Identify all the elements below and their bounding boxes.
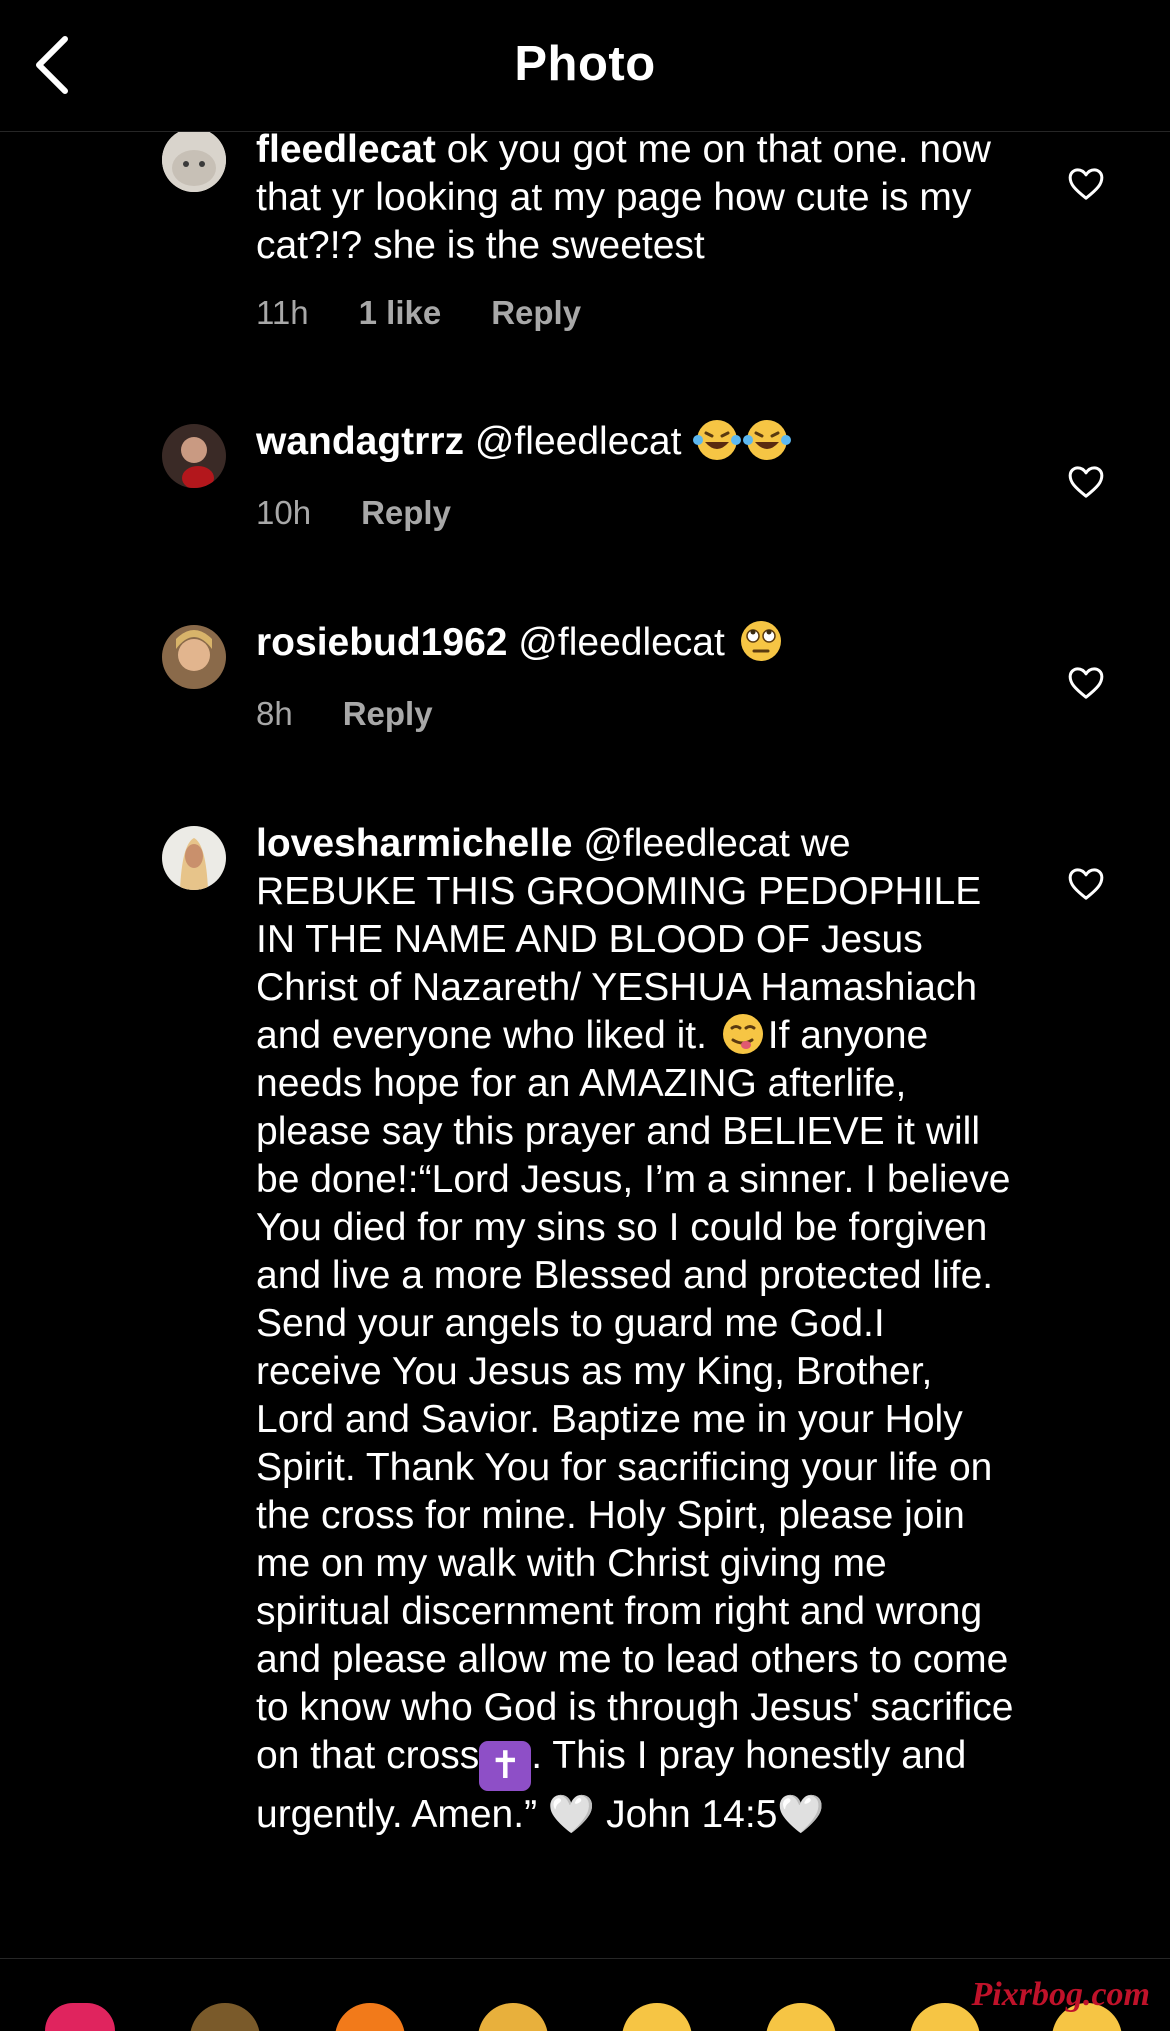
- comment-meta: 8h Reply: [256, 695, 433, 733]
- comment-text-part-2: If anyone needs hope for an AMAZING afte…: [256, 1014, 1014, 1777]
- white-heart-emoji-icon: 🤍: [777, 1794, 825, 1836]
- heart-icon[interactable]: [1066, 663, 1106, 703]
- eye-roll-emoji-icon: [740, 621, 781, 661]
- reply-button[interactable]: Reply: [361, 494, 451, 532]
- heart-icon[interactable]: [1066, 462, 1106, 502]
- clapping-hands-reaction-icon[interactable]: [478, 2003, 548, 2031]
- comment-meta: 11h 1 like Reply: [256, 294, 581, 332]
- reply-button[interactable]: Reply: [343, 695, 433, 733]
- laughing-tears-emoji-icon: [693, 420, 742, 460]
- white-heart-emoji-icon: 🤍: [547, 1794, 596, 1836]
- comment-username[interactable]: wandagtrrz: [256, 420, 464, 463]
- cat-avatar-image: [162, 132, 226, 192]
- comment-text-part-4: John 14:5: [595, 1793, 778, 1836]
- comment-body: lovesharmichelle @fleedlecat we REBUKE T…: [256, 820, 1016, 1839]
- reply-button[interactable]: Reply: [491, 294, 581, 332]
- heart-icon[interactable]: [1066, 864, 1106, 904]
- comment-text: @fleedlecat: [507, 621, 736, 664]
- fire-reaction-icon[interactable]: [335, 2003, 405, 2031]
- comment-text: @fleedlecat: [464, 420, 693, 463]
- watermark: Pixrbog.com: [971, 1976, 1150, 2013]
- top-navigation-bar: Photo: [0, 0, 1170, 132]
- red-heart-reaction-icon[interactable]: [45, 2003, 115, 2031]
- heart-icon[interactable]: [1066, 164, 1106, 204]
- comment-username[interactable]: rosiebud1962: [256, 621, 507, 664]
- likes-count-button[interactable]: 1 like: [359, 294, 442, 332]
- drooling-face-emoji-icon: [722, 1014, 763, 1054]
- laughing-tears-emoji-icon: [743, 420, 792, 460]
- avatar[interactable]: [162, 625, 226, 689]
- astonished-face-reaction-icon[interactable]: [910, 2003, 980, 2031]
- page-title: Photo: [514, 37, 656, 91]
- latin-cross-emoji-icon: ✝: [479, 1741, 532, 1791]
- avatar-image: [162, 826, 226, 890]
- comment-time: 11h: [256, 294, 309, 331]
- comment-body: fleedlecat ok you got me on that one. no…: [256, 132, 1016, 270]
- comment-username[interactable]: lovesharmichelle: [256, 822, 573, 865]
- heart-eyes-reaction-icon[interactable]: [766, 2003, 836, 2031]
- comment-time: 8h: [256, 695, 293, 732]
- raising-hands-reaction-icon[interactable]: [190, 2003, 260, 2031]
- comment-body: wandagtrrz @fleedlecat: [256, 418, 1016, 466]
- avatar-image: [162, 424, 226, 488]
- crying-face-reaction-icon[interactable]: [622, 2003, 692, 2031]
- comment-time: 10h: [256, 494, 312, 531]
- comment-username[interactable]: fleedlecat: [256, 132, 436, 171]
- comment-meta: 10h Reply: [256, 494, 451, 532]
- avatar[interactable]: [162, 132, 226, 192]
- comment-body: rosiebud1962 @fleedlecat: [256, 619, 1016, 667]
- comments-list: fleedlecat ok you got me on that one. no…: [0, 132, 1170, 1958]
- avatar[interactable]: [162, 826, 226, 890]
- avatar[interactable]: [162, 424, 226, 488]
- avatar-image: [162, 625, 226, 689]
